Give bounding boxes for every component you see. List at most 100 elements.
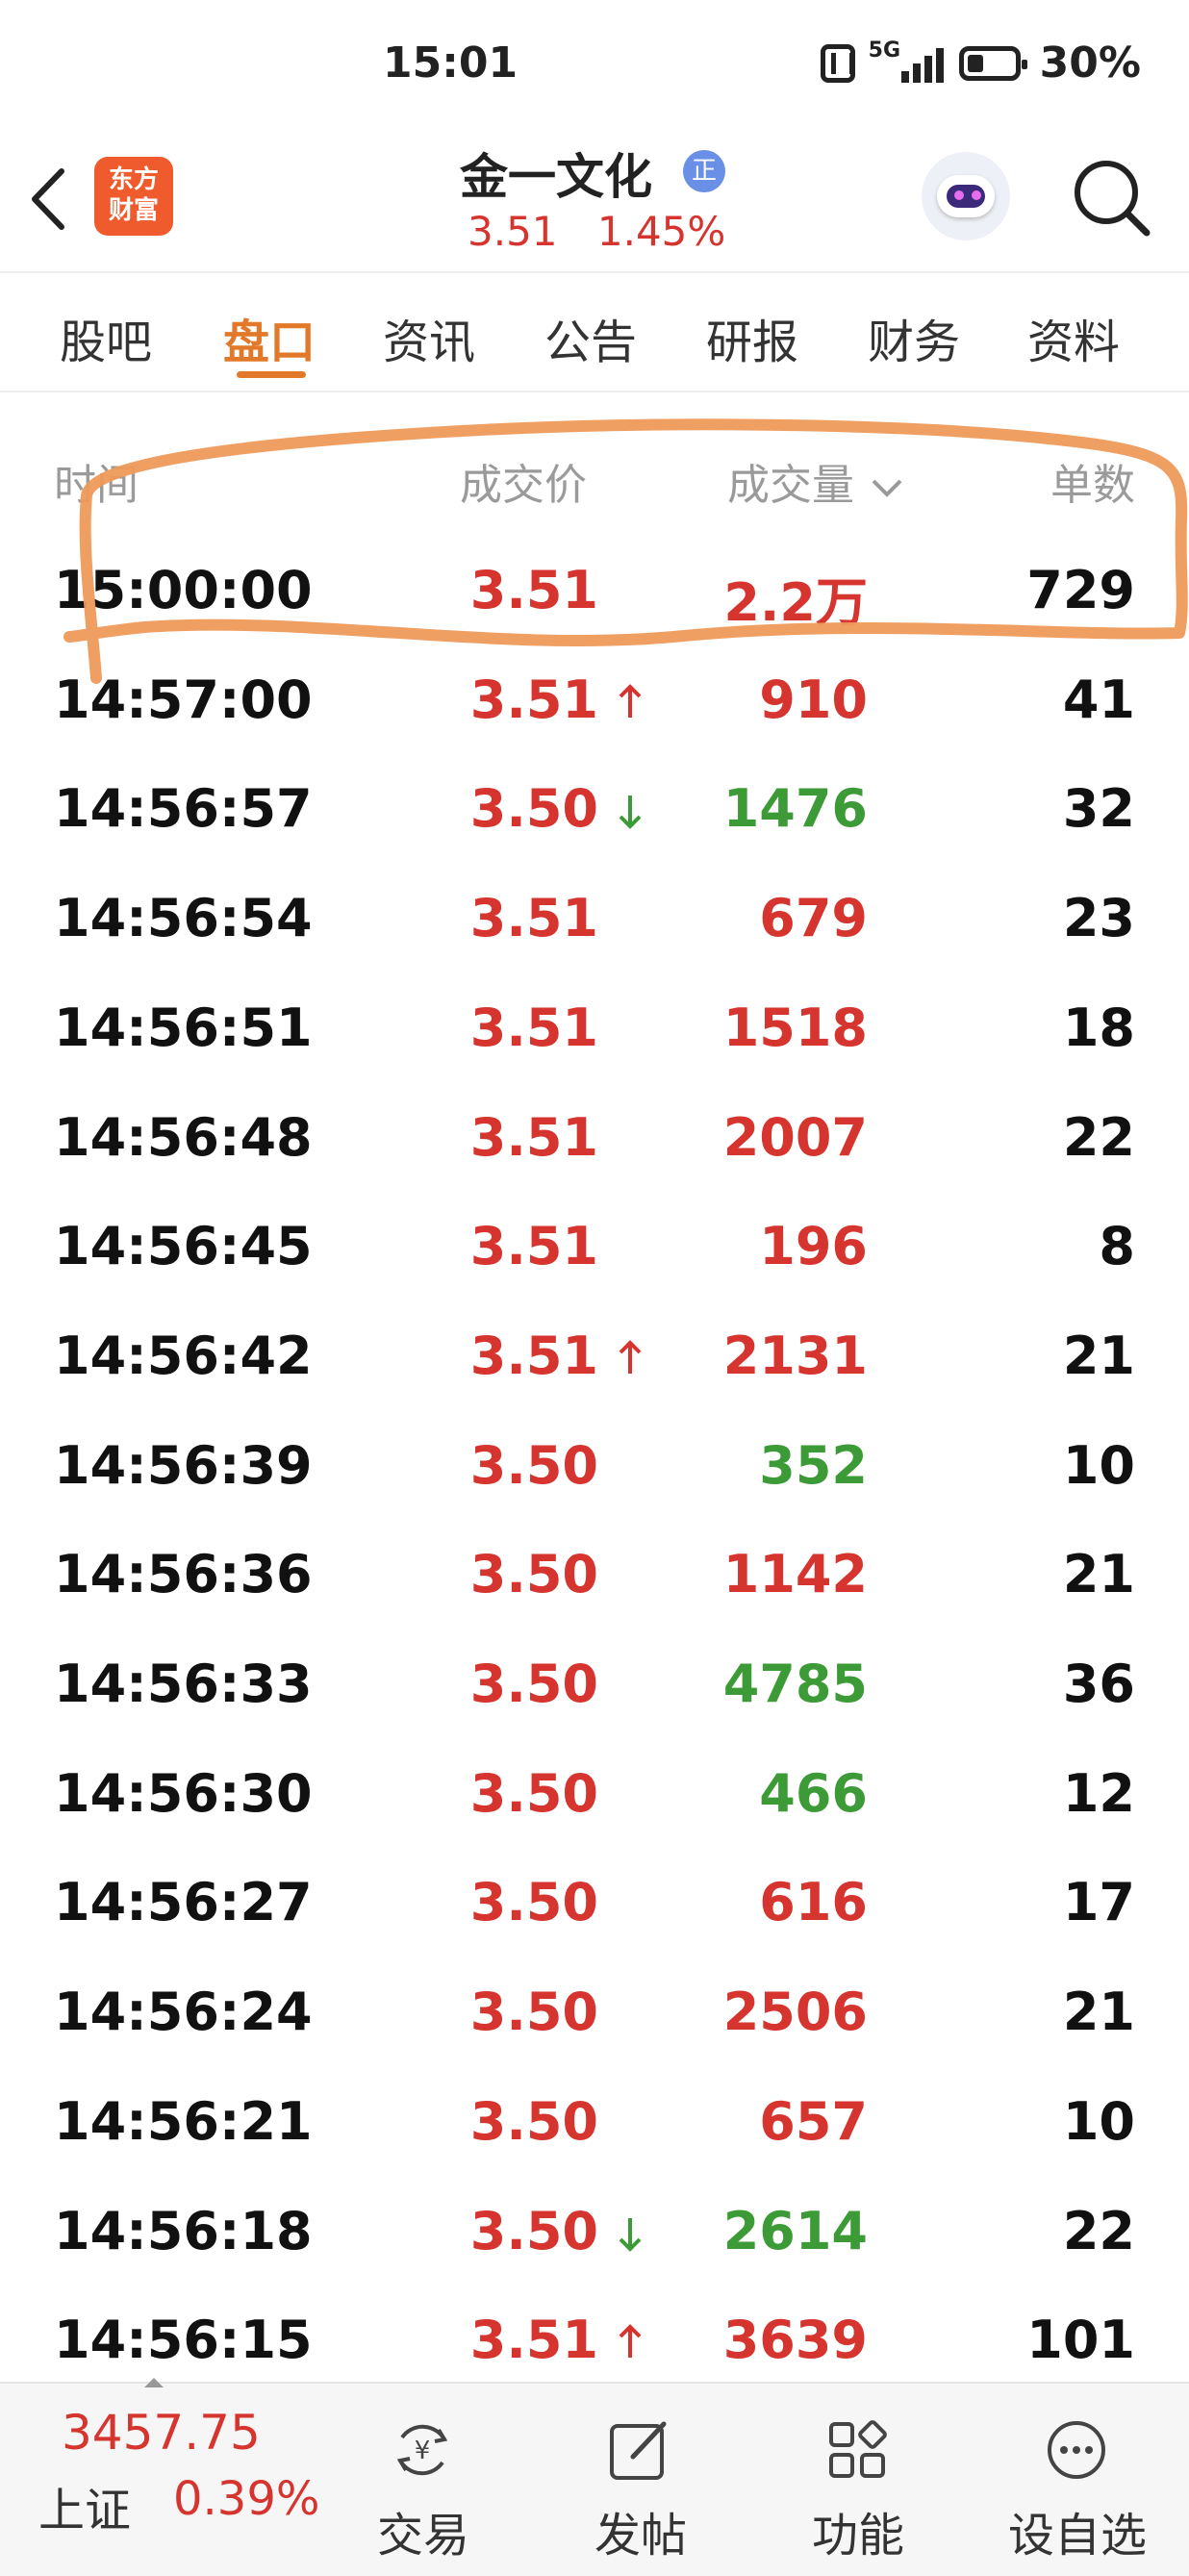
trade-price: 3.50 xyxy=(469,1762,598,1824)
nfc-icon xyxy=(820,43,855,83)
trade-volume: 1476 xyxy=(722,778,868,840)
nav-trade[interactable]: ¥ 交易 xyxy=(346,2384,500,2576)
tab-research[interactable]: 研报 xyxy=(706,304,798,371)
trade-volume: 2614 xyxy=(722,2200,868,2261)
trade-volume: 2506 xyxy=(722,1982,868,2043)
back-button[interactable] xyxy=(29,165,67,233)
trade-volume: 2.2万 xyxy=(723,572,868,633)
trade-count: 32 xyxy=(1062,778,1135,840)
trade-volume: 4785 xyxy=(722,1654,868,1714)
trade-icon: ¥ xyxy=(396,2424,448,2476)
trade-volume: 196 xyxy=(759,1216,868,1277)
arrow-up-icon xyxy=(619,1340,642,1374)
trade-row[interactable]: 14:56:54 3.51 679 23 xyxy=(0,869,1189,978)
stock-quote: 3.51 1.45% xyxy=(468,208,752,255)
trade-volume: 352 xyxy=(759,1434,868,1496)
trade-count: 21 xyxy=(1062,1325,1135,1386)
status-bar: 15:01 5G 30% xyxy=(0,0,1189,131)
arrow-down-icon xyxy=(619,796,642,830)
stock-header: 东方 财富 金一文化 正 3.51 1.45% xyxy=(0,131,1189,273)
trade-count: 22 xyxy=(1062,2200,1135,2261)
arrow-up-icon xyxy=(619,2324,642,2359)
trade-count: 101 xyxy=(1026,2310,1135,2371)
trade-price: 3.50 xyxy=(469,778,598,840)
trade-time: 14:56:45 xyxy=(54,1216,313,1277)
trade-row[interactable]: 14:56:36 3.50 1142 21 xyxy=(0,1525,1189,1634)
column-header-volume[interactable]: 成交量 xyxy=(727,450,906,512)
trade-volume: 1518 xyxy=(722,997,868,1058)
trade-time: 14:56:24 xyxy=(54,1982,313,2043)
tab-guba[interactable]: 股吧 xyxy=(60,304,152,371)
trade-row[interactable]: 15:00:00 3.51 2.2万 729 xyxy=(0,541,1189,650)
trade-volume: 616 xyxy=(759,1872,868,1933)
trade-row[interactable]: 14:56:51 3.51 1518 18 xyxy=(0,978,1189,1088)
index-name: 上证 xyxy=(38,2484,132,2538)
trade-price: 3.50 xyxy=(469,1434,598,1496)
badge-icon: 正 xyxy=(683,150,725,192)
trade-count: 17 xyxy=(1062,1872,1135,1933)
trade-count: 12 xyxy=(1062,1762,1135,1824)
nav-post-label: 发帖 xyxy=(594,2509,687,2563)
trade-volume: 1142 xyxy=(722,1544,868,1605)
signal-icon: 5G xyxy=(869,38,946,85)
index-value: 3457.75 xyxy=(62,2405,261,2461)
tab-profile[interactable]: 资料 xyxy=(1027,304,1120,371)
trade-price: 3.51 xyxy=(469,888,598,949)
trade-price: 3.51 xyxy=(469,2310,598,2371)
trade-volume: 679 xyxy=(759,888,868,949)
trade-time: 14:56:33 xyxy=(54,1654,313,1714)
trade-row[interactable]: 14:56:18 3.50 2614 22 xyxy=(0,2182,1189,2291)
assistant-robot-icon[interactable] xyxy=(922,152,1010,240)
trade-count: 22 xyxy=(1062,1106,1135,1168)
tab-finance[interactable]: 财务 xyxy=(868,304,960,371)
stock-price: 3.51 xyxy=(468,208,558,255)
nav-post[interactable]: 发帖 xyxy=(564,2384,718,2576)
back-arrow-icon xyxy=(32,168,64,230)
trade-price: 3.50 xyxy=(469,2090,598,2152)
trade-row[interactable]: 14:56:39 3.50 352 10 xyxy=(0,1416,1189,1526)
trade-volume: 2131 xyxy=(722,1325,868,1386)
search-button[interactable] xyxy=(1068,154,1154,240)
trade-row[interactable]: 14:56:30 3.50 466 12 xyxy=(0,1744,1189,1854)
trade-time: 14:56:18 xyxy=(54,2200,313,2261)
nav-function[interactable]: 功能 xyxy=(781,2384,935,2576)
trade-time: 14:56:54 xyxy=(54,888,313,949)
trade-row[interactable]: 14:56:42 3.51 2131 21 xyxy=(0,1306,1189,1416)
tab-news[interactable]: 资讯 xyxy=(383,304,475,371)
trade-count: 21 xyxy=(1062,1982,1135,2043)
app-logo[interactable]: 东方 财富 xyxy=(94,157,173,236)
stock-name: 金一文化 xyxy=(460,149,652,205)
nav-watchlist-label: 设自选 xyxy=(1007,2509,1147,2563)
arrow-down-icon xyxy=(619,2217,642,2252)
trade-row[interactable]: 14:56:24 3.50 2506 21 xyxy=(0,1962,1189,2072)
nav-trade-label: 交易 xyxy=(376,2509,469,2563)
trade-price: 3.50 xyxy=(469,1654,598,1714)
trade-volume: 657 xyxy=(759,2090,868,2152)
trade-count: 36 xyxy=(1062,1654,1135,1714)
sort-chevron-down-icon xyxy=(872,479,902,497)
column-header-count: 单数 xyxy=(1050,461,1135,510)
trade-price: 3.50 xyxy=(469,2200,598,2261)
expand-caret-icon[interactable] xyxy=(144,2378,164,2387)
trade-time: 14:56:36 xyxy=(54,1544,313,1605)
trade-volume: 910 xyxy=(759,669,868,730)
trade-row[interactable]: 14:56:57 3.50 1476 32 xyxy=(0,759,1189,869)
tab-pankou[interactable]: 盘口 xyxy=(223,304,316,371)
active-tab-indicator xyxy=(237,371,306,378)
trade-count: 10 xyxy=(1062,2090,1135,2152)
trade-volume: 2007 xyxy=(722,1106,868,1168)
trade-row[interactable]: 14:56:21 3.50 657 10 xyxy=(0,2072,1189,2182)
trade-volume: 3639 xyxy=(722,2310,868,2371)
nav-watchlist[interactable]: 设自选 xyxy=(1000,2384,1154,2576)
trade-price: 3.51 xyxy=(469,1106,598,1168)
trade-row[interactable]: 14:56:45 3.51 196 8 xyxy=(0,1197,1189,1306)
trade-price: 3.50 xyxy=(469,1982,598,2043)
trade-row[interactable]: 14:56:48 3.51 2007 22 xyxy=(0,1088,1189,1198)
network-type: 5G xyxy=(868,38,901,63)
tab-announcements[interactable]: 公告 xyxy=(544,304,637,371)
trade-row[interactable]: 14:57:00 3.51 910 41 xyxy=(0,650,1189,760)
trade-row[interactable]: 14:56:33 3.50 4785 36 xyxy=(0,1634,1189,1744)
status-time: 15:01 xyxy=(383,38,519,88)
trade-row[interactable]: 14:56:27 3.50 616 17 xyxy=(0,1853,1189,1962)
trade-time: 14:56:15 xyxy=(54,2310,313,2371)
